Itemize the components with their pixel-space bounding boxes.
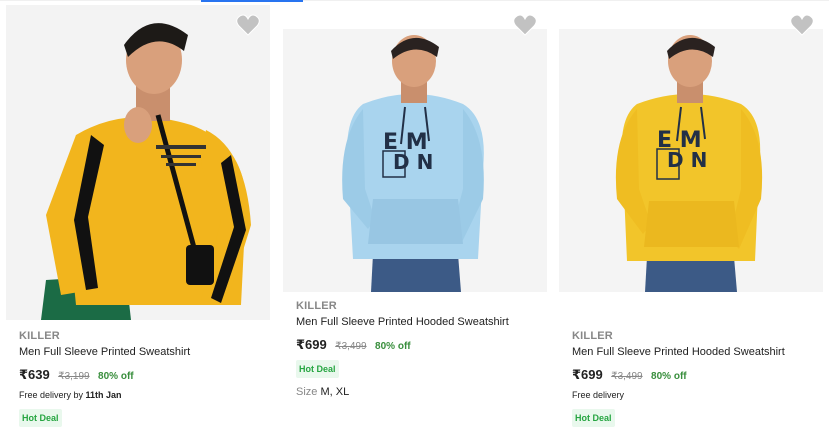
wishlist-heart-icon[interactable] xyxy=(790,14,814,36)
size-info: Size M, XL xyxy=(296,386,509,398)
product-title[interactable]: Men Full Sleeve Printed Sweatshirt xyxy=(19,344,190,360)
price-row: ₹639 ₹3,199 80% off xyxy=(19,366,190,384)
delivery-info: Free delivery xyxy=(572,387,785,403)
top-divider xyxy=(0,0,829,1)
active-tab-indicator xyxy=(201,0,303,2)
delivery-text: Free delivery xyxy=(572,390,625,400)
product-brand: KILLER xyxy=(19,330,60,342)
delivery-text: Free delivery by xyxy=(19,390,86,400)
hot-deal-badge: Hot Deal xyxy=(572,409,615,427)
size-values: M, XL xyxy=(320,386,350,398)
product-info: KILLER Men Full Sleeve Printed Sweatshir… xyxy=(19,328,190,427)
product-title[interactable]: Men Full Sleeve Printed Hooded Sweatshir… xyxy=(572,344,785,360)
original-price: ₹3,199 xyxy=(58,371,90,382)
price-row: ₹699 ₹3,499 80% off xyxy=(572,366,785,384)
discount-label: 80% off xyxy=(375,341,411,352)
product-image[interactable]: E M D N xyxy=(283,29,547,292)
selling-price: ₹639 xyxy=(19,367,50,382)
selling-price: ₹699 xyxy=(296,337,327,352)
hot-deal-badge: Hot Deal xyxy=(296,360,339,378)
wishlist-heart-icon[interactable] xyxy=(513,14,537,36)
product-info: KILLER Men Full Sleeve Printed Hooded Sw… xyxy=(296,298,509,398)
discount-label: 80% off xyxy=(98,371,134,382)
product-image[interactable]: E M D N xyxy=(559,29,823,292)
product-info: KILLER Men Full Sleeve Printed Hooded Sw… xyxy=(572,328,785,427)
hoodie-illustration: E M D N xyxy=(283,29,547,292)
product-brand: KILLER xyxy=(572,330,613,342)
selling-price: ₹699 xyxy=(572,367,603,382)
original-price: ₹3,499 xyxy=(611,371,643,382)
wishlist-heart-icon[interactable] xyxy=(236,14,260,36)
hoodie-illustration: E M D N xyxy=(559,29,823,292)
original-price: ₹3,499 xyxy=(335,341,367,352)
delivery-date: 11th Jan xyxy=(85,390,122,400)
discount-label: 80% off xyxy=(651,371,687,382)
price-row: ₹699 ₹3,499 80% off xyxy=(296,336,509,354)
product-brand: KILLER xyxy=(296,300,337,312)
size-label: Size xyxy=(296,386,318,398)
sweatshirt-illustration xyxy=(6,5,270,320)
product-image[interactable] xyxy=(6,5,270,320)
product-title[interactable]: Men Full Sleeve Printed Hooded Sweatshir… xyxy=(296,314,509,330)
hot-deal-badge: Hot Deal xyxy=(19,409,62,427)
delivery-info: Free delivery by 11th Jan xyxy=(19,387,190,403)
svg-text:D N: D N xyxy=(667,148,707,172)
svg-text:D N: D N xyxy=(393,150,433,174)
